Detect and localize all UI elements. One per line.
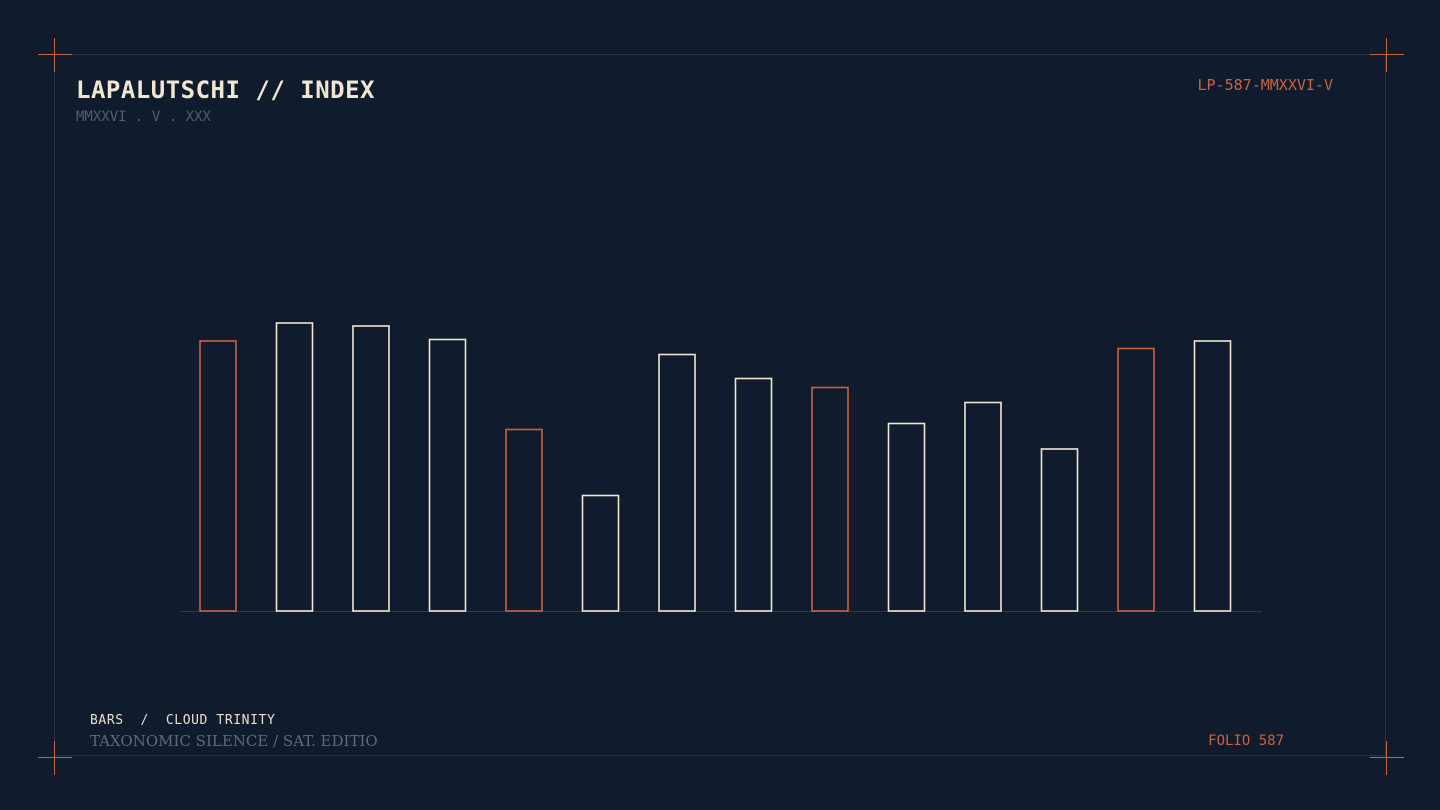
bar-4 bbox=[428, 338, 467, 612]
bar-10 bbox=[887, 422, 926, 612]
bar-7 bbox=[658, 353, 696, 612]
bar-1 bbox=[199, 340, 237, 612]
bar-9 bbox=[811, 386, 849, 612]
bar-13 bbox=[1117, 347, 1155, 612]
bar-5 bbox=[505, 428, 543, 612]
bar-series bbox=[199, 322, 1232, 612]
chart-type-label: BARS / CLOUD TRINITY bbox=[90, 713, 276, 728]
bar-11 bbox=[964, 401, 1002, 612]
bar-2 bbox=[275, 322, 314, 612]
bar-12 bbox=[1040, 448, 1079, 612]
bar-8 bbox=[734, 377, 773, 612]
folio-number: FOLIO 587 bbox=[1208, 733, 1284, 749]
bar-3 bbox=[352, 325, 390, 612]
bar-chart bbox=[180, 322, 1262, 612]
chart-caption: TAXONOMIC SILENCE / SAT. EDITIO bbox=[90, 732, 378, 750]
bar-6 bbox=[581, 494, 620, 612]
bar-14 bbox=[1193, 340, 1232, 612]
